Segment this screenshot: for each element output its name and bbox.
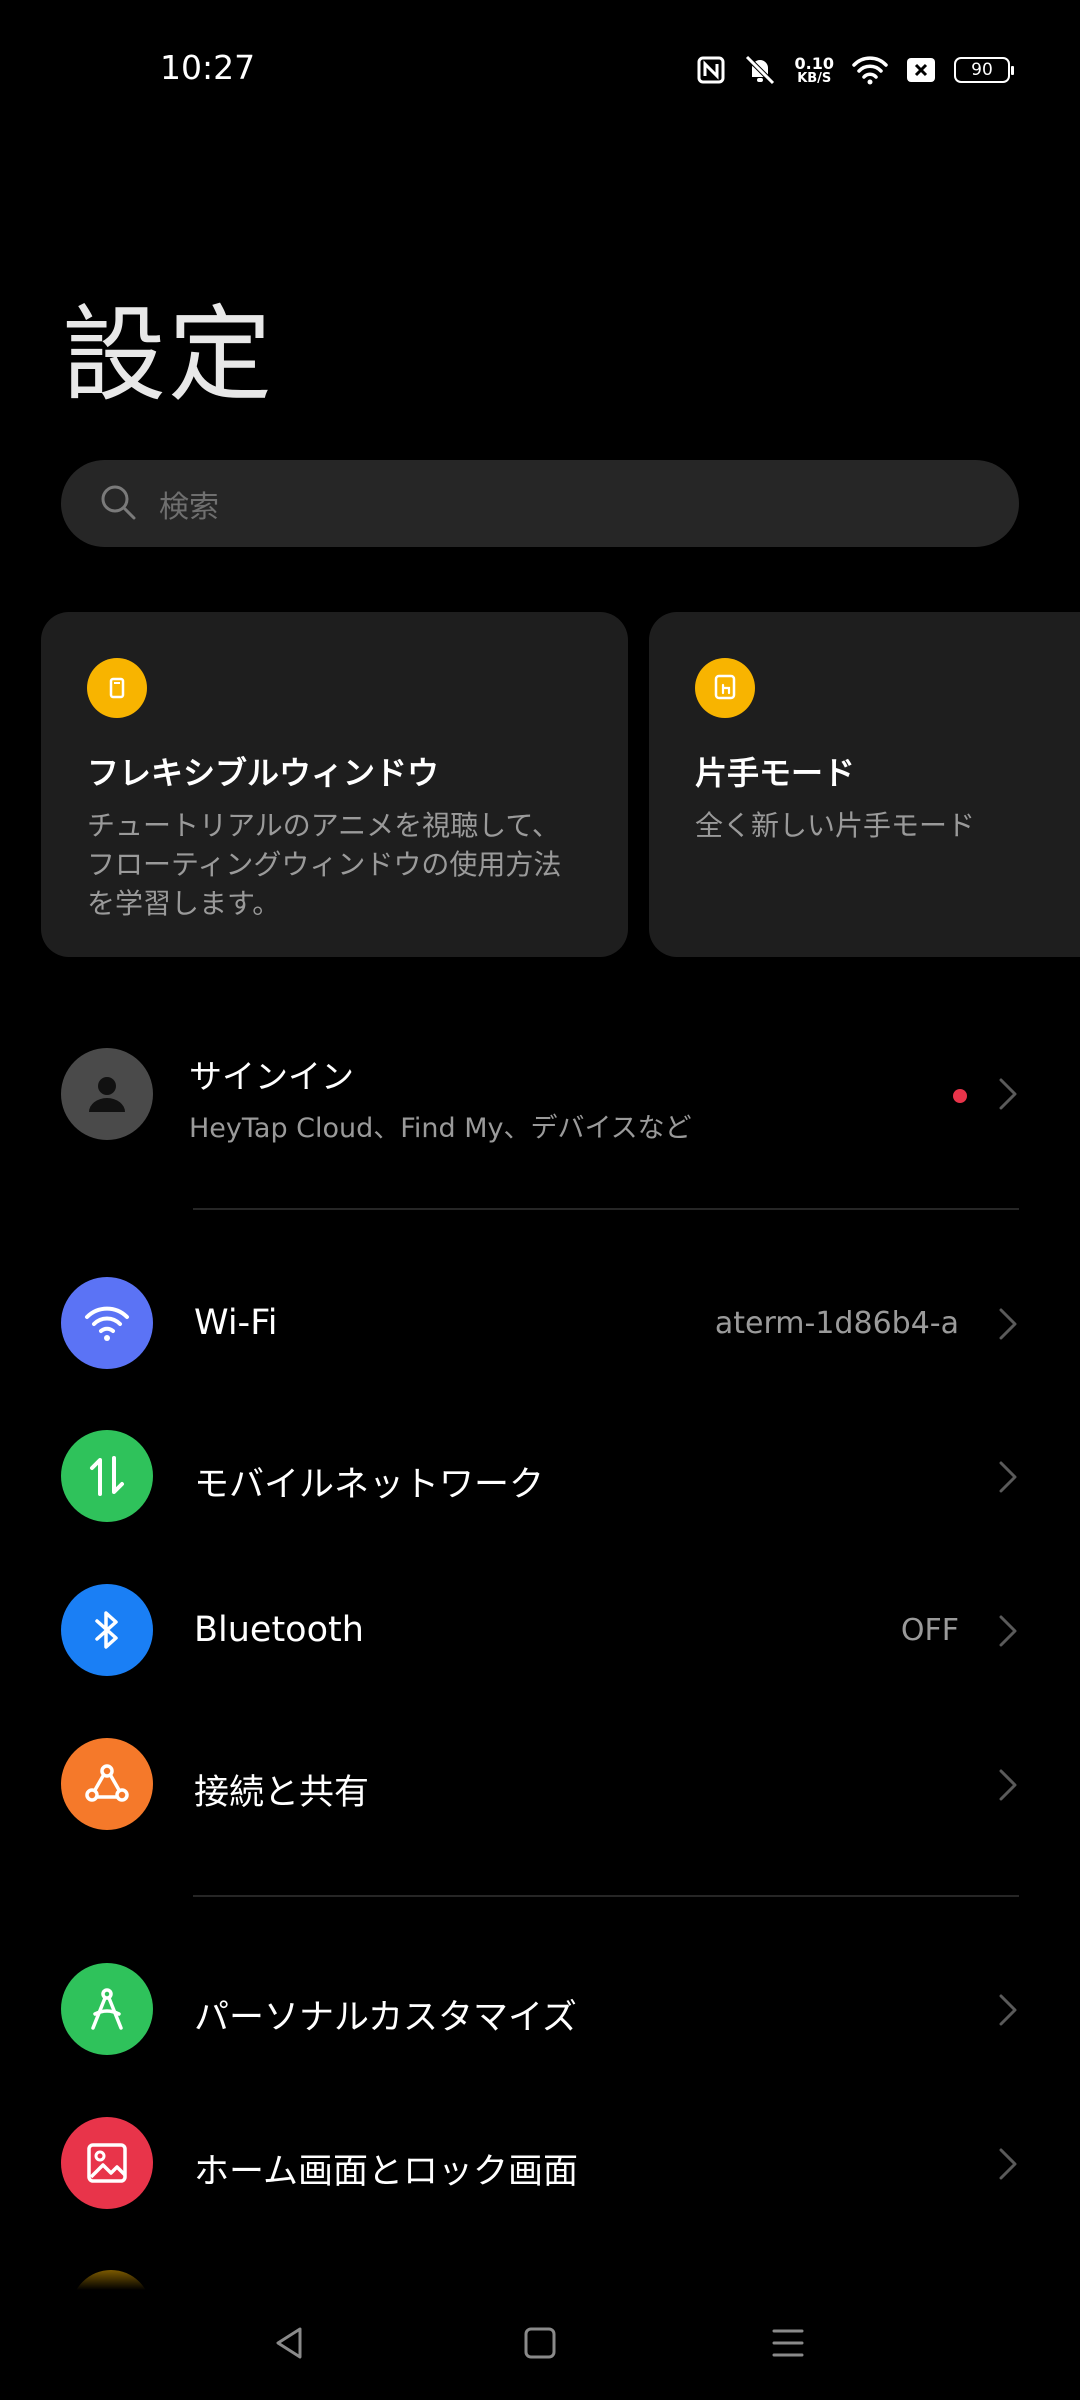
row-value: aterm-1d86b4-a — [714, 1306, 959, 1341]
divider — [193, 1208, 1019, 1210]
battery-level: 90 — [971, 60, 993, 80]
card-one-hand-mode[interactable]: 片手モード 全く新しい片手モード — [649, 612, 1080, 957]
status-bar: 10:27 0.10 KB/S 90 — [0, 0, 1080, 140]
row-bluetooth[interactable]: Bluetooth OFF — [0, 1580, 1080, 1680]
row-mobile-network[interactable]: モバイルネットワーク — [0, 1426, 1080, 1526]
row-label: モバイルネットワーク — [194, 1465, 545, 1505]
mute-icon — [743, 55, 777, 85]
chevron-right-icon — [999, 2148, 1017, 2180]
status-time: 10:27 — [160, 48, 256, 87]
signin-row[interactable]: サインイン HeyTap Cloud、Find My、デバイスなど — [0, 1040, 1080, 1150]
scroll-fade — [0, 2250, 1080, 2290]
no-sim-icon — [906, 57, 936, 83]
chevron-right-icon — [999, 1308, 1017, 1340]
mobile-data-icon — [61, 1430, 153, 1522]
card-description: 全く新しい片手モード — [695, 809, 976, 842]
page-title: 設定 — [62, 294, 275, 416]
row-value: OFF — [900, 1613, 959, 1648]
menu-icon — [772, 2329, 804, 2357]
person-icon — [89, 1077, 125, 1112]
speed-unit: KB/S — [797, 70, 832, 86]
row-label: パーソナルカスタマイズ — [194, 1998, 577, 2038]
search-icon — [99, 483, 137, 525]
card-title: フレキシブルウィンドウ — [87, 754, 440, 792]
nfc-icon — [697, 56, 725, 84]
home-icon — [524, 2327, 556, 2359]
chevron-right-icon — [999, 1615, 1017, 1647]
card-title: 片手モード — [695, 754, 856, 792]
row-home-lock-screen[interactable]: ホーム画面とロック画面 — [0, 2113, 1080, 2213]
card-flexible-window[interactable]: フレキシブルウィンドウ チュートリアルのアニメを視聴して、フローティングウィンド… — [41, 612, 628, 957]
chevron-right-icon — [999, 1461, 1017, 1493]
back-button[interactable] — [265, 2318, 315, 2368]
signin-subtitle: HeyTap Cloud、Find My、デバイスなど — [189, 1113, 692, 1144]
wallpaper-icon — [61, 2117, 153, 2209]
notification-dot — [953, 1089, 967, 1103]
signin-title: サインイン — [189, 1057, 354, 1096]
row-wifi[interactable]: Wi-Fi aterm-1d86b4-a — [0, 1273, 1080, 1373]
network-speed: 0.10 KB/S — [795, 55, 834, 86]
back-icon — [276, 2327, 302, 2359]
chevron-right-icon — [999, 1994, 1017, 2026]
battery-indicator: 90 — [954, 57, 1014, 83]
one-hand-icon — [695, 658, 755, 718]
navigation-bar — [0, 2290, 1080, 2400]
avatar — [61, 1048, 153, 1140]
floating-window-icon — [87, 658, 147, 718]
connection-share-icon — [61, 1738, 153, 1830]
search-bar[interactable]: 検索 — [61, 460, 1019, 547]
recents-button[interactable] — [763, 2318, 813, 2368]
row-connection-share[interactable]: 接続と共有 — [0, 1734, 1080, 1834]
divider — [193, 1895, 1019, 1897]
wifi-icon — [61, 1277, 153, 1369]
status-icons: 0.10 KB/S 90 — [697, 50, 1014, 90]
wifi-status-icon — [852, 55, 888, 85]
home-button[interactable] — [515, 2318, 565, 2368]
row-label: 接続と共有 — [194, 1773, 370, 1813]
speed-value: 0.10 — [794, 53, 834, 73]
row-label: ホーム画面とロック画面 — [194, 2152, 578, 2192]
chevron-right-icon — [999, 1769, 1017, 1801]
row-label: Wi-Fi — [194, 1303, 278, 1343]
chevron-right-icon — [999, 1078, 1017, 1110]
row-label: Bluetooth — [194, 1610, 364, 1650]
card-description: チュートリアルのアニメを視聴して、フローティングウィンドウの使用方法を学習します… — [87, 809, 562, 920]
bluetooth-icon — [61, 1584, 153, 1676]
row-personalize[interactable]: パーソナルカスタマイズ — [0, 1959, 1080, 2059]
search-placeholder: 検索 — [159, 489, 219, 525]
personalize-icon — [61, 1963, 153, 2055]
